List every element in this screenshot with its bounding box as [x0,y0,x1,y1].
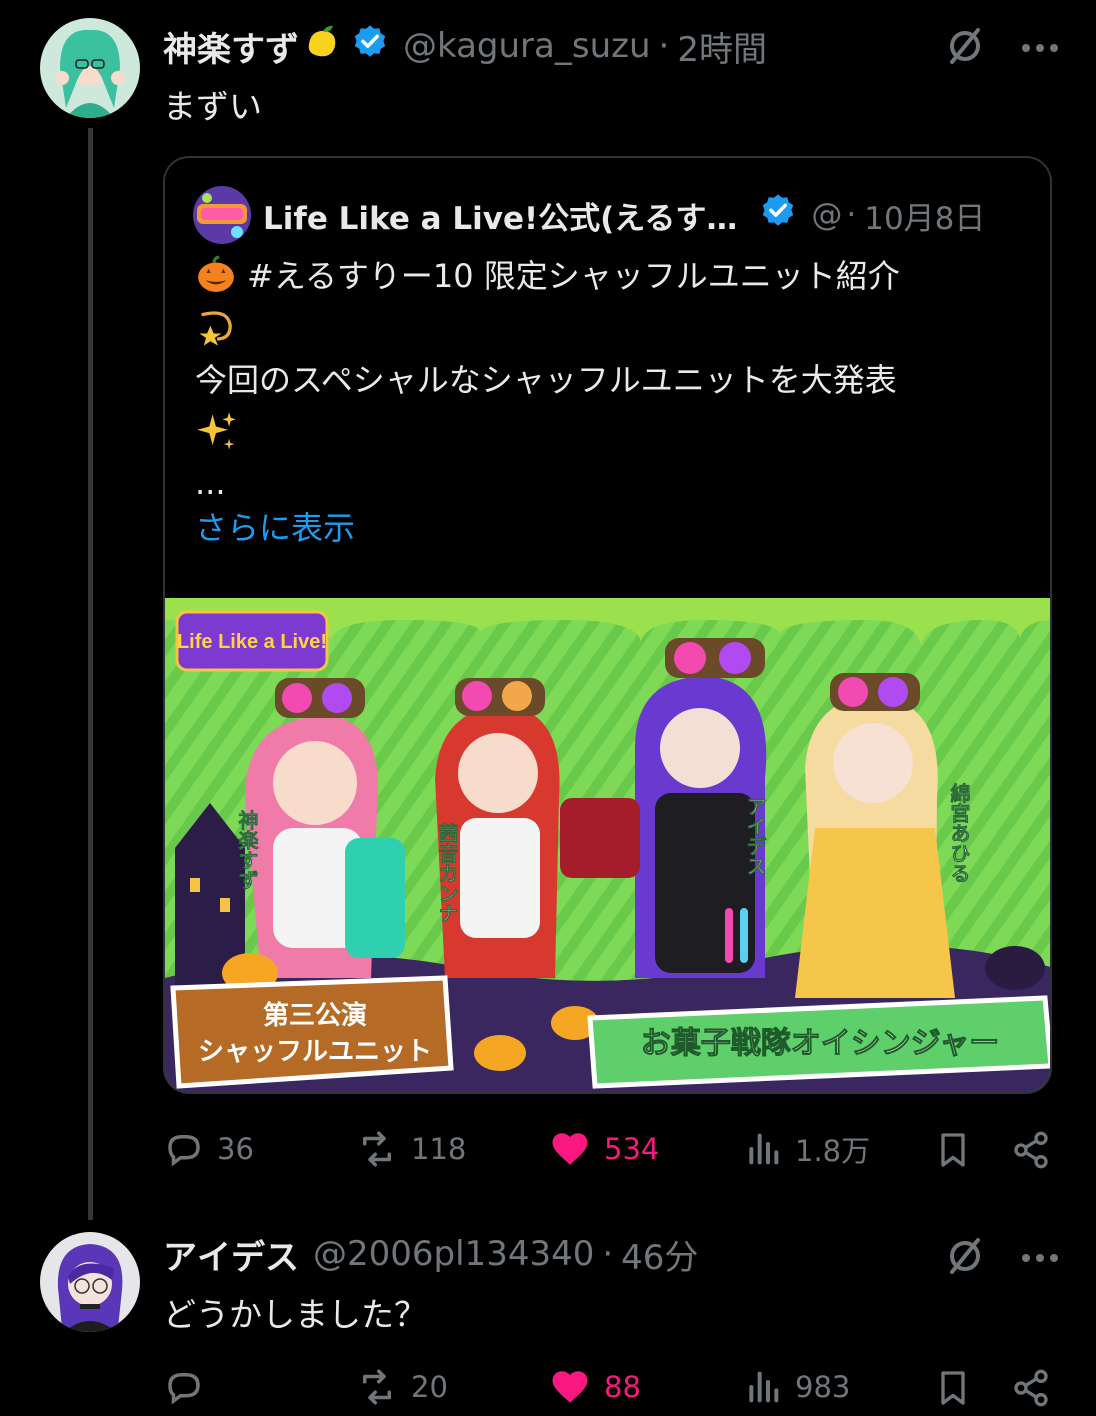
view-count: 1.8万 [795,1134,871,1168]
more-options-icon[interactable] [1021,1249,1059,1268]
heart-filled-icon [552,1133,588,1165]
more-options-icon[interactable] [1021,39,1059,58]
reply-count: 36 [217,1132,254,1166]
quote-header: Life Like a Live!公式(えるす… @ · 10月8日 [193,186,985,244]
show-more-link[interactable]: さらに表示 [195,502,1015,554]
share-action[interactable] [1011,1128,1051,1172]
reply-action[interactable] [163,1366,217,1408]
reply-icon [168,1135,200,1167]
quote-line-text: 今回のスペシャルなシャッフルユニットを大発表 [195,361,897,399]
promo-image[interactable]: Life Like a Live! 神楽すず 茜音カンナ アイデス 綿宮あひる … [165,598,1050,1092]
game-logo: Life Like a Live! [175,610,329,672]
display-name[interactable]: 神楽すず [163,22,299,71]
heart-filled-icon [552,1371,588,1403]
character-name: アイデス [743,796,767,876]
emoji-line [195,302,1015,354]
reply-icon [168,1373,200,1405]
retweet-count: 20 [411,1370,448,1404]
emoji-line [195,406,1015,458]
display-name[interactable]: アイデス [163,1230,299,1279]
header-actions [945,1236,1059,1280]
retweet-count: 118 [411,1132,467,1166]
like-action[interactable]: 88 [548,1366,641,1408]
svg-text:Life Like a Live!: Life Like a Live! [177,631,327,653]
views-icon [749,1371,779,1403]
grok-icon[interactable] [945,1236,985,1280]
bookmark-action[interactable] [933,1128,973,1172]
quote-display-name: Life Like a Live!公式(えるす… [263,200,738,237]
verified-badge-icon [759,192,797,238]
retweet-icon [363,1369,391,1405]
quote-avatar [193,186,251,244]
pumpkin-emoji-icon [198,255,234,292]
separator: · [846,197,857,233]
tweet-header: 神楽すず @kagura_suzu · 2時間 [163,22,767,70]
verified-badge-icon [351,23,389,70]
avatar[interactable] [40,18,140,118]
grok-icon[interactable] [945,26,985,70]
share-action[interactable] [1011,1366,1051,1410]
views-action[interactable]: 983 [743,1366,850,1408]
lemon-emoji-icon [301,22,341,71]
quoted-tweet-card[interactable]: Life Like a Live!公式(えるす… @ · 10月8日 #えるすり… [163,156,1052,1094]
share-icon [1014,1131,1048,1169]
share-icon [1014,1369,1048,1407]
quote-line: #えるすりー10 限定シャッフルユニット紹介 [195,250,1015,302]
tweet-action-bar: 36 118 534 1.8万 [163,1128,1063,1178]
sparkles-emoji-icon [197,412,236,450]
tweet-text: どうかしました？ [163,1295,427,1334]
shuffle-unit-badge: 第三公演 シャッフルユニット [170,975,454,1089]
views-icon [749,1133,779,1165]
tweet-text: まずい [163,87,262,126]
tweet-action-bar: 20 88 983 [163,1366,1063,1416]
quote-line-text: #えるすりー10 限定シャッフルユニット紹介 [247,257,900,295]
reply-action[interactable]: 36 [163,1128,254,1170]
like-action[interactable]: 534 [548,1128,659,1170]
quote-body: #えるすりー10 限定シャッフルユニット紹介 今回のスペシャルなシャッフルユニッ… [195,250,1015,554]
separator: · [602,1234,614,1274]
quote-ellipsis: ... [195,464,226,502]
quote-handle: @ [811,197,843,233]
avatar[interactable] [40,1232,140,1332]
like-count: 88 [604,1370,641,1404]
timestamp[interactable]: 46分 [621,1230,698,1279]
separator: · [658,26,670,66]
views-action[interactable]: 1.8万 [743,1128,870,1170]
dizzy-star-emoji-icon [199,311,232,346]
thread-connector [88,128,93,1220]
timeline: 神楽すず @kagura_suzu · 2時間 まずい Life Like a … [0,0,1096,1416]
svg-text:お菓子戦隊オイシンジャー: お菓子戦隊オイシンジャー [641,1026,1000,1061]
like-count: 534 [604,1132,660,1166]
character-name: 綿宮あひる [947,782,971,883]
bookmark-icon [941,1133,965,1167]
bookmark-action[interactable] [933,1366,973,1410]
character-name: 茜音カンナ [435,822,459,923]
handle[interactable]: @kagura_suzu [403,26,651,66]
header-actions [945,26,1059,70]
svg-text:シャッフルユニット: シャッフルユニット [198,1037,432,1067]
timestamp[interactable]: 2時間 [677,22,767,71]
svg-text:第三公演: 第三公演 [263,1000,367,1031]
retweet-action[interactable]: 118 [355,1128,466,1170]
character-name: 神楽すず [235,809,259,890]
quote-timestamp: 10月8日 [864,200,986,237]
retweet-icon [363,1131,391,1167]
tweet-header: アイデス @2006pl134340 · 46分 [163,1230,698,1278]
retweet-action[interactable]: 20 [355,1366,448,1408]
bookmark-icon [941,1371,965,1405]
handle[interactable]: @2006pl134340 [313,1234,594,1274]
view-count: 983 [795,1370,851,1404]
